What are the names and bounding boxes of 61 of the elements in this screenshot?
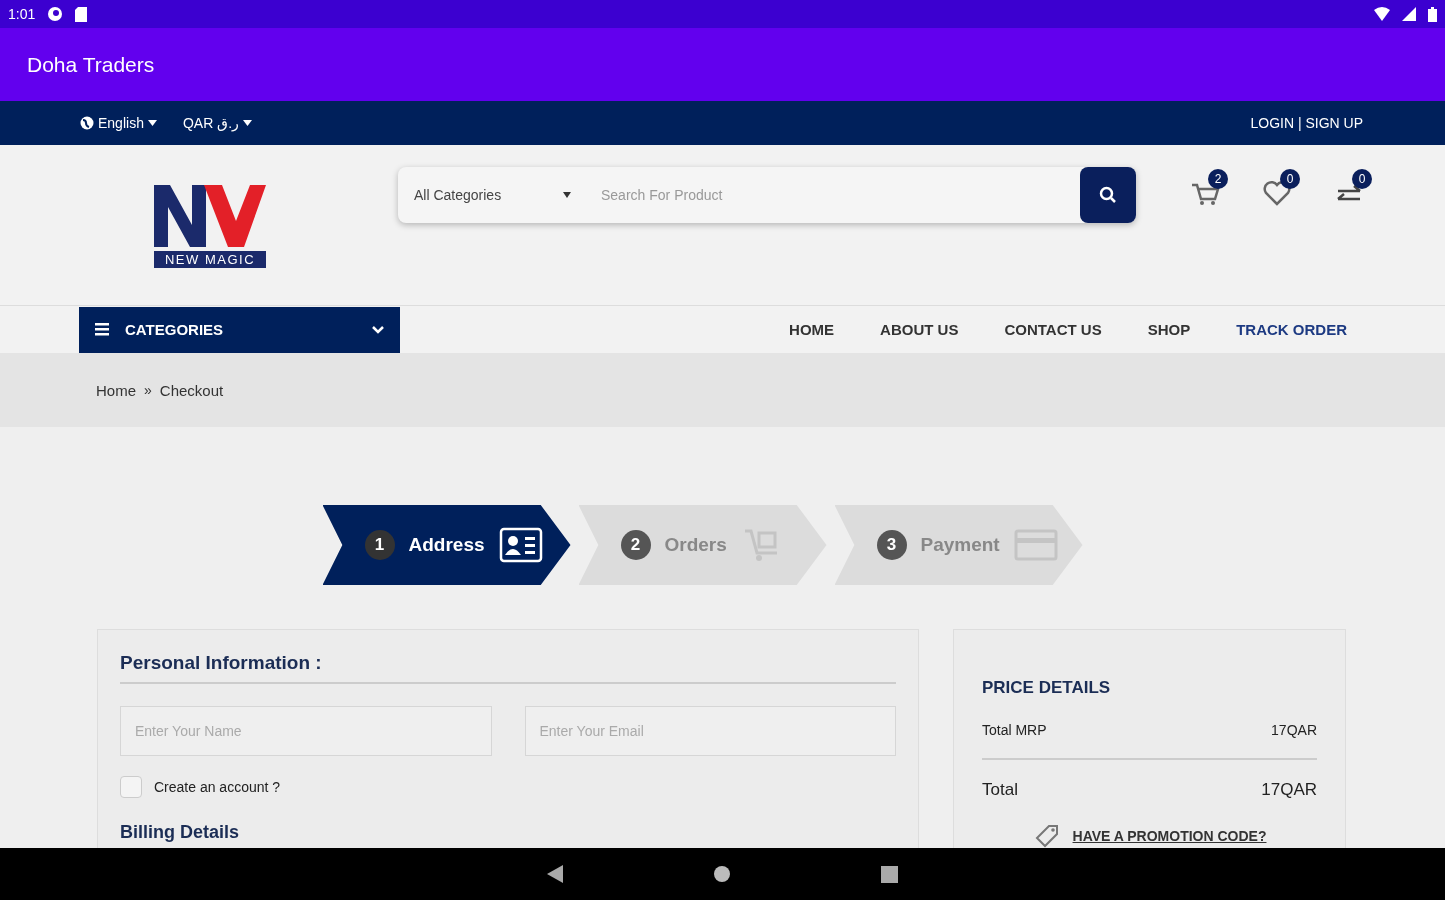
chevron-icon [372,325,384,334]
home-button[interactable] [713,865,731,883]
nav-link[interactable]: TRACK ORDER [1236,321,1347,338]
id-card-icon [498,527,543,563]
nav-link[interactable]: CONTACT US [1004,321,1102,338]
login-signup-link[interactable]: LOGIN | SIGN UP [1250,115,1363,131]
notification-icon [47,6,64,22]
search-icon [1099,186,1117,204]
promo-code-link[interactable]: HAVE A PROMOTION CODE? [1072,828,1267,844]
breadcrumb-separator: » [144,382,152,398]
nav-link[interactable]: ABOUT US [880,321,959,338]
count-badge: 0 [1280,169,1300,189]
signal-icon [1402,7,1416,21]
arrows-icon [1336,184,1362,201]
currency-dropdown[interactable]: QAR ر.ق [182,115,253,131]
sd-card-icon [75,6,88,22]
compare-button[interactable]: 0 [1332,169,1372,207]
menu-icon [95,323,109,336]
cart-icon [1192,183,1220,205]
logo: NEW MAGIC [154,185,266,269]
nav-link[interactable]: SHOP [1147,321,1191,338]
nav-link[interactable]: HOME [789,321,835,338]
price-label: Total [982,780,1018,800]
create-account-checkbox[interactable] [120,776,142,798]
cart-button[interactable]: 2 [1188,169,1228,207]
count-badge: 2 [1208,169,1228,189]
section-title: Personal Information : [120,652,896,684]
breadcrumb-link[interactable]: Home [96,381,136,399]
globe-icon [80,116,94,130]
price-value: 17QAR [1261,780,1317,800]
caret-icon [147,120,157,126]
count-badge: 0 [1352,169,1372,189]
email-field[interactable]: Enter Your Email [524,706,896,756]
checkout-step[interactable]: 2 Orders [578,505,827,585]
step-number: 2 [620,530,651,560]
step-number: 1 [364,530,395,560]
checkbox-label: Create an account ? [154,779,281,795]
price-label: Total MRP [982,722,1047,738]
recents-button[interactable] [881,865,898,883]
back-button[interactable] [547,865,563,883]
app-title: Doha Traders [27,52,155,77]
card-icon [1013,527,1058,563]
language-dropdown[interactable]: English [80,115,157,131]
section-title: Billing Details [120,822,241,843]
price-value: 17QAR [1271,722,1317,738]
categories-button[interactable]: CATEGORIES [79,306,400,353]
caret-icon [563,192,571,198]
checkout-step[interactable]: 3 Payment [834,505,1083,585]
battery-icon [1428,6,1437,22]
breadcrumb-link[interactable]: Checkout [159,381,224,399]
caret-icon [243,120,253,126]
search-button[interactable] [1080,167,1136,223]
status-time: 1:01 [8,6,36,22]
wifi-icon [1374,7,1390,21]
name-field[interactable]: Enter Your Name [120,706,492,756]
wishlist-button[interactable]: 0 [1260,169,1300,207]
step-number: 3 [876,530,907,560]
checkout-step[interactable]: 1 Address [322,505,571,585]
search-field[interactable]: Search For Product [599,186,1080,204]
price-title: PRICE DETAILS [982,678,1112,698]
category-dropdown[interactable]: All Categories [414,187,579,203]
